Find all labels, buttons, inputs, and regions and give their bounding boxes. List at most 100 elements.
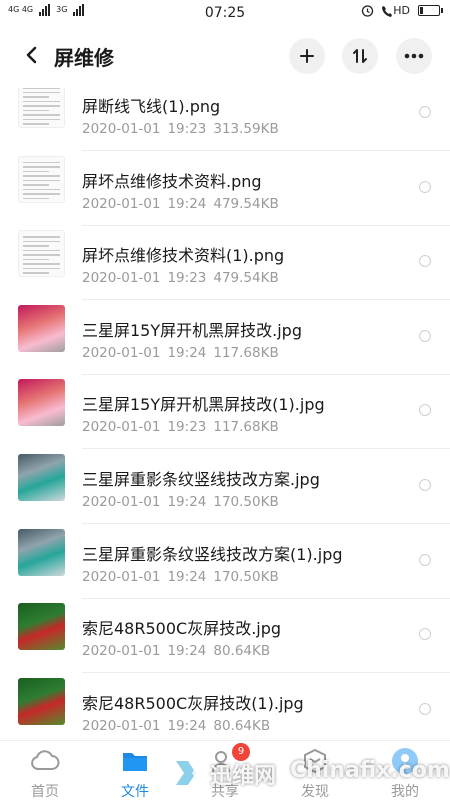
file-size: 117.68KB [213,344,279,361]
file-time: 19:24 [167,568,207,585]
file-row[interactable]: 三星屏重影条纹竖线技改方案(1).jpg 2020-01-01 19:24 170.5… [0,525,450,599]
file-size: 479.54KB [213,270,279,287]
file-size: 117.68KB [213,419,279,436]
plus-icon [300,49,314,63]
file-meta: 2020-01-01 19:24 170.50KB [82,494,279,510]
file-date: 2020-01-01 [82,270,161,287]
tab-label: 文件 [121,784,149,800]
select-checkbox[interactable] [419,106,431,118]
cloud-icon [31,750,60,770]
file-thumbnail [18,88,65,128]
file-meta: 2020-01-01 19:24 170.50KB [82,569,279,585]
file-name: 屏断线飞线(1).png [82,97,221,116]
file-time: 19:24 [167,643,207,660]
file-time: 19:24 [167,717,207,734]
file-meta: 2020-01-01 19:24 479.54KB [82,196,279,212]
discover-icon [304,748,326,774]
file-size: 170.50KB [213,494,279,510]
status-bar: 4G 4G 3G 07:25 HD [0,0,450,26]
file-meta: 2020-01-01 19:24 80.64KB [82,718,270,734]
file-thumbnail [18,304,65,352]
tab-share[interactable]: 9 共享 [180,741,270,801]
file-time: 19:24 [167,344,207,361]
select-checkbox[interactable] [419,628,431,641]
chevron-left-icon [26,46,37,64]
file-row[interactable]: 索尼48R500C灰屏技改.jpg 2020-01-01 19:24 80.64KB [0,599,450,674]
file-row[interactable]: 索尼48R500C灰屏技改(1).jpg 2020-01-01 19:24 80.64… [0,674,450,740]
app-header: 屏维修 [0,26,450,88]
select-checkbox[interactable] [419,553,431,566]
file-date: 2020-01-01 [82,643,161,660]
select-checkbox[interactable] [419,329,431,342]
user-icon [392,748,418,774]
file-row[interactable]: 三星屏15Y屏开机黑屏技改(1).jpg 2020-01-01 19:23 117.6… [0,375,450,450]
file-meta: 2020-01-01 19:24 117.68KB [82,345,279,361]
file-size: 80.64KB [213,643,271,660]
file-meta: 2020-01-01 19:23 117.68KB [82,419,279,435]
file-name: 索尼48R500C灰屏技改(1).jpg [82,693,304,713]
battery-icon [418,5,443,16]
file-thumbnail [18,677,65,725]
file-thumbnail [18,528,65,576]
page-title: 屏维修 [54,46,114,70]
file-row[interactable]: 屏坏点维修技术资料.png 2020-01-01 19:24 479.54KB [0,152,450,226]
file-date: 2020-01-01 [82,344,161,361]
bottom-nav: 首页 文件 9 共享 发现 我的 [0,740,450,801]
file-name: 三星屏15Y屏开机黑屏技改.jpg [82,320,302,340]
file-thumbnail [18,454,65,501]
tab-label: 我的 [391,784,419,800]
file-size: 479.54KB [213,195,279,212]
back-button[interactable] [18,40,46,70]
file-row[interactable]: 屏坏点维修技术资料(1).png 2020-01-01 19:23 479.54KB [0,226,450,301]
file-name: 三星屏15Y屏开机黑屏技改(1).jpg [82,395,325,415]
file-date: 2020-01-01 [82,494,161,510]
file-list[interactable]: 屏断线飞线(1).png 2020-01-01 19:23 313.59KB 屏坏点维修… [0,88,450,740]
file-time: 19:24 [167,195,207,212]
hd-call-icon: HD [382,4,410,17]
file-date: 2020-01-01 [82,568,161,585]
file-row[interactable]: 屏断线飞线(1).png 2020-01-01 19:23 313.59KB [0,88,450,151]
file-name: 三星屏重影条纹竖线技改方案.jpg [82,470,320,489]
file-size: 170.50KB [213,568,279,585]
tab-label: 共享 [211,784,239,800]
tab-label: 发现 [301,784,329,800]
tab-profile[interactable]: 我的 [360,741,450,801]
notification-badge: 9 [232,743,250,761]
add-button[interactable] [289,38,325,74]
select-checkbox[interactable] [419,255,431,268]
select-checkbox[interactable] [419,479,431,491]
select-checkbox[interactable] [419,702,431,715]
file-time: 19:23 [167,270,207,287]
file-name: 索尼48R500C灰屏技改.jpg [82,619,282,639]
file-row[interactable]: 三星屏重影条纹竖线技改方案.jpg 2020-01-01 19:24 170.50KB [0,450,450,524]
file-thumbnail [18,379,65,427]
tab-label: 首页 [31,784,59,800]
file-size: 313.59KB [213,121,279,137]
file-time: 19:23 [167,419,207,436]
tab-files[interactable]: 文件 [90,741,180,801]
tab-discover[interactable]: 发现 [270,741,360,801]
sort-button[interactable] [342,38,378,74]
folder-icon [123,753,147,771]
file-thumbnail [18,230,65,278]
more-button[interactable] [396,38,432,74]
file-name: 屏坏点维修技术资料(1).png [82,246,285,266]
file-name: 三星屏重影条纹竖线技改方案(1).jpg [82,544,343,564]
alarm-icon [362,5,374,17]
file-date: 2020-01-01 [82,717,161,734]
file-name: 屏坏点维修技术资料.png [82,171,262,191]
file-time: 19:24 [167,494,207,510]
file-time: 19:23 [167,121,207,137]
file-size: 80.64KB [213,717,271,734]
file-date: 2020-01-01 [82,195,161,212]
tab-home[interactable]: 首页 [0,741,90,801]
file-date: 2020-01-01 [82,419,161,436]
file-thumbnail [18,603,65,651]
file-thumbnail [18,155,65,203]
more-icon [404,53,424,59]
sort-icon [353,49,367,63]
select-checkbox[interactable] [419,404,431,417]
file-row[interactable]: 三星屏15Y屏开机黑屏技改.jpg 2020-01-01 19:24 117.68KB [0,301,450,375]
file-date: 2020-01-01 [82,121,161,137]
select-checkbox[interactable] [419,180,431,193]
